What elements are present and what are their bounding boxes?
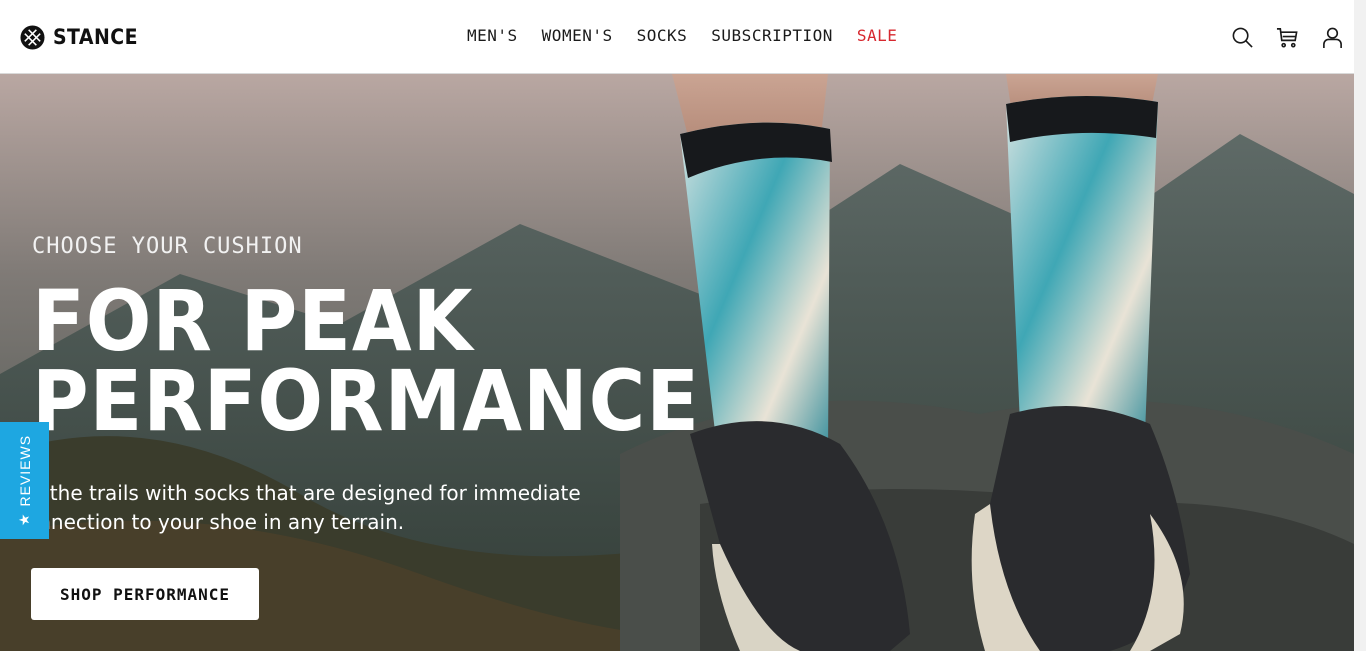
site-header: STANCE MEN'S WOMEN'S SOCKS SUBSCRIPTION …: [0, 0, 1354, 74]
nav-socks[interactable]: SOCKS: [637, 26, 688, 45]
account-icon: [1322, 27, 1342, 48]
shop-performance-button[interactable]: SHOP PERFORMANCE: [31, 568, 259, 620]
cart-button[interactable]: [1275, 24, 1299, 50]
star-icon: ★: [16, 512, 33, 527]
reviews-label: REVIEWS: [16, 434, 33, 507]
hero-headline-line-1: FOR PEAK: [32, 272, 474, 370]
stance-logo[interactable]: STANCE: [20, 24, 147, 50]
cart-icon: [1276, 27, 1298, 48]
hero-subtext: Hit the trails with socks that are desig…: [15, 481, 581, 534]
page-scrollbar[interactable]: [1354, 0, 1366, 651]
reviews-tab[interactable]: ★ REVIEWS: [0, 422, 49, 539]
nav-sale[interactable]: SALE: [857, 26, 898, 45]
main-nav: MEN'S WOMEN'S SOCKS SUBSCRIPTION SALE: [467, 26, 897, 45]
nav-womens[interactable]: WOMEN'S: [542, 26, 613, 45]
reviews-tab-content: ★ REVIEWS: [16, 435, 33, 526]
header-actions: [1230, 24, 1344, 50]
nav-subscription[interactable]: SUBSCRIPTION: [711, 26, 833, 45]
account-button[interactable]: [1320, 24, 1344, 50]
hero-banner: CHOOSE YOUR CUSHION FOR PEAK PERFORMANCE…: [0, 74, 1354, 651]
search-button[interactable]: [1230, 24, 1254, 50]
brand-name: STANCE: [53, 25, 138, 49]
hero-eyebrow: CHOOSE YOUR CUSHION: [32, 234, 303, 259]
hero-headline-line-2: PERFORMANCE: [32, 352, 700, 450]
nav-mens[interactable]: MEN'S: [467, 26, 518, 45]
hero-content: CHOOSE YOUR CUSHION FOR PEAK PERFORMANCE…: [15, 234, 758, 537]
search-icon: [1232, 27, 1253, 48]
stance-logo-icon: [20, 24, 45, 50]
